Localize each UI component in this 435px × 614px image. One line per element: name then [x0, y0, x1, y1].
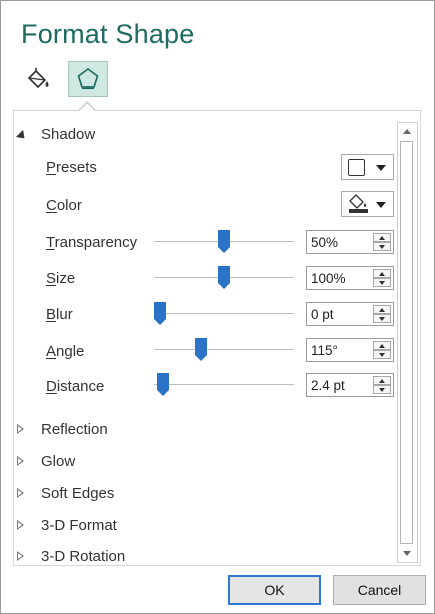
section-label: Soft Edges	[41, 484, 115, 502]
shadow-section-label: Shadow	[41, 125, 96, 143]
section-label: Glow	[41, 452, 76, 470]
transparency-spinbox[interactable]: 50%	[306, 230, 394, 254]
increment-icon[interactable]	[373, 269, 391, 278]
3d-format-section-header[interactable]: 3-D Format	[17, 515, 117, 535]
paint-bucket-icon	[28, 68, 49, 88]
shadow-preset-icon	[348, 158, 365, 176]
angle-slider-thumb[interactable]	[194, 338, 207, 361]
distance-spinbox[interactable]: 2.4 pt	[306, 373, 394, 397]
blur-spinbox[interactable]: 0 pt	[306, 302, 394, 326]
scroll-down-icon[interactable]	[398, 545, 417, 562]
expand-triangle-icon	[17, 520, 31, 530]
expand-triangle-icon	[17, 551, 31, 561]
paint-bucket-icon	[349, 194, 368, 213]
size-label: Size	[46, 270, 76, 287]
expand-triangle-icon	[17, 456, 31, 466]
angle-label: Angle	[46, 343, 85, 360]
section-label: 3-D Format	[41, 516, 117, 534]
decrement-icon[interactable]	[373, 278, 391, 287]
size-spinbox[interactable]: 100%	[306, 266, 394, 290]
angle-spinbox[interactable]: 115°	[306, 338, 394, 362]
blur-slider-thumb[interactable]	[154, 302, 166, 325]
transparency-value: 50%	[311, 235, 339, 250]
blur-label: Blur	[46, 306, 73, 323]
distance-slider-thumb[interactable]	[156, 373, 169, 396]
decrement-icon[interactable]	[373, 385, 391, 394]
section-label: 3-D Rotation	[41, 547, 126, 565]
decrement-icon[interactable]	[373, 314, 391, 323]
decrement-icon[interactable]	[373, 242, 391, 251]
color-dropdown[interactable]	[341, 191, 394, 217]
expand-triangle-icon	[17, 488, 31, 498]
3d-rotation-section-header[interactable]: 3-D Rotation	[17, 546, 125, 566]
ok-button[interactable]: OK	[228, 575, 321, 605]
color-label: Color	[46, 197, 82, 214]
angle-slider-track[interactable]	[154, 349, 294, 350]
transparency-slider-thumb[interactable]	[218, 230, 230, 253]
pentagon-icon	[77, 68, 99, 90]
distance-slider-track[interactable]	[154, 384, 294, 385]
increment-icon[interactable]	[373, 305, 391, 314]
glow-section-header[interactable]: Glow	[17, 451, 75, 471]
reflection-section-header[interactable]: Reflection	[17, 419, 108, 439]
presets-label: Presets	[46, 159, 97, 176]
chevron-down-icon	[376, 165, 386, 171]
effects-tab[interactable]	[68, 61, 108, 97]
size-value: 100%	[311, 271, 346, 286]
scrollbar-thumb[interactable]	[400, 141, 413, 544]
size-slider-thumb[interactable]	[218, 266, 230, 289]
blur-value: 0 pt	[311, 307, 334, 322]
blur-slider-track[interactable]	[154, 313, 294, 314]
scroll-up-icon[interactable]	[398, 123, 417, 140]
increment-icon[interactable]	[373, 233, 391, 242]
expand-triangle-icon	[17, 424, 31, 434]
section-label: Reflection	[41, 420, 108, 438]
transparency-label: Transparency	[46, 234, 138, 251]
soft-edges-section-header[interactable]: Soft Edges	[17, 483, 114, 503]
increment-icon[interactable]	[373, 341, 391, 350]
increment-icon[interactable]	[373, 376, 391, 385]
distance-label: Distance	[46, 378, 105, 395]
collapse-triangle-icon	[15, 129, 31, 142]
cancel-button[interactable]: Cancel	[333, 575, 426, 605]
decrement-icon[interactable]	[373, 350, 391, 359]
presets-dropdown[interactable]	[341, 154, 394, 180]
angle-value: 115°	[311, 343, 338, 358]
format-shape-pane: Format Shape Shadow Presets Color Transp…	[0, 0, 435, 614]
chevron-down-icon	[376, 202, 386, 208]
vertical-scrollbar[interactable]	[397, 122, 418, 563]
distance-value: 2.4 pt	[311, 378, 345, 393]
shadow-section-header[interactable]: Shadow	[15, 124, 96, 144]
fill-line-tab[interactable]	[19, 61, 59, 97]
pane-title: Format Shape	[21, 19, 195, 49]
